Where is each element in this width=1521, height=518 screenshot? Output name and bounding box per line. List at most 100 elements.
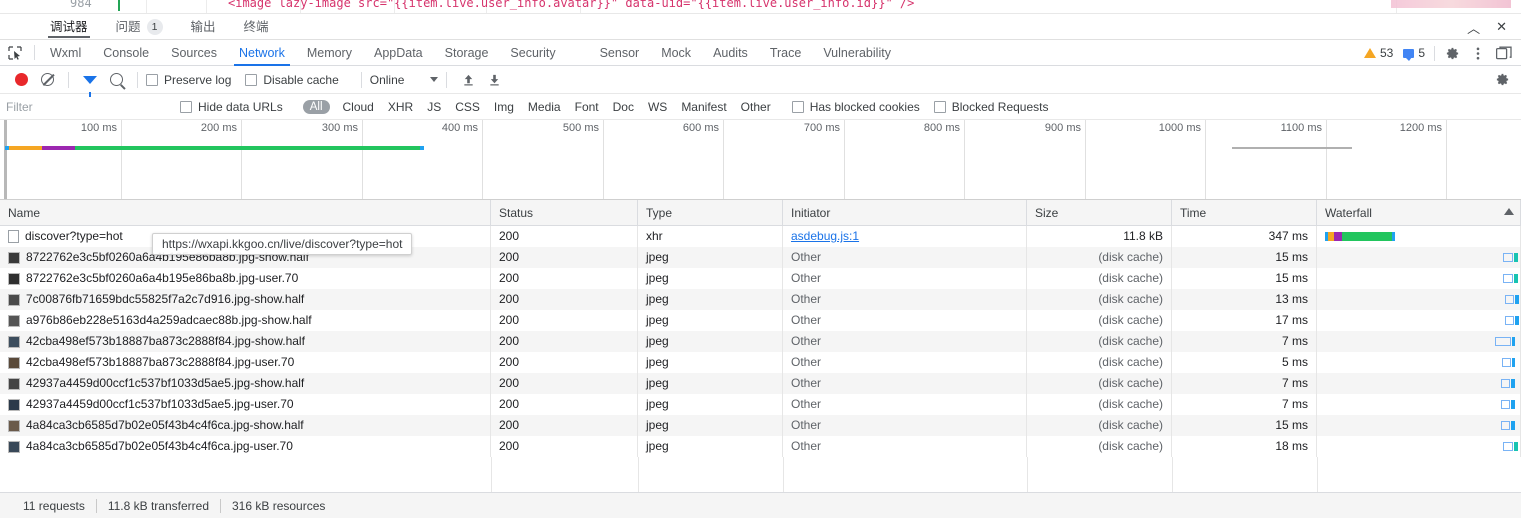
tab-mock[interactable]: Mock bbox=[650, 40, 702, 66]
search-icon[interactable] bbox=[103, 66, 129, 94]
table-row[interactable]: 42937a4459d00ccf1c537bf1033d5ae5.jpg-sho… bbox=[0, 373, 1521, 394]
cell-name[interactable]: 4a84ca3cb6585d7b02e05f43b4c4f6ca.jpg-use… bbox=[0, 436, 491, 457]
has-blocked-cookies-checkbox[interactable]: Has blocked cookies bbox=[791, 100, 920, 114]
filter-type-all[interactable]: All bbox=[302, 99, 330, 114]
warning-count-badge[interactable]: 53 bbox=[1359, 46, 1398, 60]
collapse-icon[interactable]: ︿ bbox=[1467, 18, 1480, 37]
filter-type-doc[interactable]: Doc bbox=[606, 100, 641, 114]
column-header-size[interactable]: Size bbox=[1027, 199, 1172, 226]
gear-icon[interactable] bbox=[1439, 40, 1465, 66]
column-header-status[interactable]: Status bbox=[491, 199, 638, 226]
overview-tick-label: 1100 ms bbox=[1280, 122, 1322, 134]
waterfall-queueing-box bbox=[1502, 358, 1511, 367]
table-row[interactable]: a976b86eb228e5163d4a259adcaec88b.jpg-sho… bbox=[0, 310, 1521, 331]
tab-network[interactable]: Network bbox=[228, 40, 296, 66]
filter-input[interactable] bbox=[6, 97, 166, 116]
cell-status: 200 bbox=[491, 394, 638, 415]
table-row[interactable]: 42cba498ef573b18887ba873c2888f84.jpg-sho… bbox=[0, 331, 1521, 352]
tab-wxml[interactable]: Wxml bbox=[39, 40, 92, 66]
message-count-badge[interactable]: 5 bbox=[1398, 46, 1430, 61]
column-header-waterfall[interactable]: Waterfall bbox=[1317, 199, 1521, 226]
blocked-requests-checkbox[interactable]: Blocked Requests bbox=[933, 100, 1048, 114]
filter-type-css[interactable]: CSS bbox=[448, 100, 487, 114]
overview-gridline bbox=[1205, 120, 1206, 199]
ide-tab-debugger[interactable]: 调试器 bbox=[36, 14, 102, 40]
filter-type-img[interactable]: Img bbox=[487, 100, 521, 114]
dock-panel-icon[interactable] bbox=[1491, 40, 1517, 66]
checkbox-box[interactable] bbox=[791, 100, 804, 113]
cell-name[interactable]: 42cba498ef573b18887ba873c2888f84.jpg-use… bbox=[0, 352, 491, 373]
filter-type-xhr[interactable]: XHR bbox=[381, 100, 420, 114]
disable-cache-checkbox[interactable]: Disable cache bbox=[245, 73, 339, 87]
tab-security[interactable]: Security bbox=[499, 40, 566, 66]
cell-name[interactable]: 4a84ca3cb6585d7b02e05f43b4c4f6ca.jpg-sho… bbox=[0, 415, 491, 436]
cell-waterfall bbox=[1317, 268, 1521, 289]
filter-type-cloud[interactable]: Cloud bbox=[336, 100, 381, 114]
initiator-link[interactable]: asdebug.js:1 bbox=[791, 229, 859, 243]
filter-type-media[interactable]: Media bbox=[521, 100, 568, 114]
tab-sources[interactable]: Sources bbox=[160, 40, 228, 66]
checkbox-box[interactable] bbox=[146, 73, 158, 86]
filter-type-font[interactable]: Font bbox=[568, 100, 606, 114]
network-overview-timeline[interactable]: 100 ms 200 ms 300 ms 400 ms 500 ms 600 ms 700 … bbox=[0, 120, 1521, 200]
tab-audits[interactable]: Audits bbox=[702, 40, 759, 66]
cell-initiator[interactable]: asdebug.js:1 bbox=[783, 226, 1027, 247]
toolbar-divider bbox=[137, 71, 138, 88]
cell-name[interactable]: 42cba498ef573b18887ba873c2888f84.jpg-sho… bbox=[0, 331, 491, 352]
cell-name[interactable]: 42937a4459d00ccf1c537bf1033d5ae5.jpg-sho… bbox=[0, 373, 491, 394]
network-settings-gear-icon[interactable] bbox=[1489, 66, 1515, 92]
ide-tab-terminal[interactable]: 终端 bbox=[230, 14, 283, 40]
tab-memory[interactable]: Memory bbox=[296, 40, 363, 66]
filter-type-other[interactable]: Other bbox=[734, 100, 778, 114]
cell-name[interactable]: 7c00876fb71659bdc55825f7a2c7d916.jpg-sho… bbox=[0, 289, 491, 310]
ide-tab-output[interactable]: 输出 bbox=[177, 14, 230, 40]
cell-initiator: Other bbox=[783, 436, 1027, 457]
column-header-initiator[interactable]: Initiator bbox=[783, 199, 1027, 226]
preserve-log-checkbox[interactable]: Preserve log bbox=[146, 73, 231, 87]
ide-tab-problems[interactable]: 问题 1 bbox=[102, 14, 177, 40]
cell-size: 11.8 kB bbox=[1027, 226, 1172, 247]
column-header-time[interactable]: Time bbox=[1172, 199, 1317, 226]
waterfall-segment bbox=[1342, 232, 1392, 241]
filter-type-js[interactable]: JS bbox=[420, 100, 448, 114]
table-row[interactable]: 7c00876fb71659bdc55825f7a2c7d916.jpg-sho… bbox=[0, 289, 1521, 310]
column-header-name[interactable]: Name bbox=[0, 199, 491, 226]
download-har-icon[interactable] bbox=[481, 66, 507, 94]
resources-size: 316 kB resources bbox=[232, 498, 326, 513]
table-row[interactable]: 42937a4459d00ccf1c537bf1033d5ae5.jpg-use… bbox=[0, 394, 1521, 415]
cell-name[interactable]: 42937a4459d00ccf1c537bf1033d5ae5.jpg-use… bbox=[0, 394, 491, 415]
column-header-label: Name bbox=[8, 205, 41, 220]
initiator-text: Other bbox=[791, 250, 822, 264]
close-icon[interactable]: ✕ bbox=[1496, 19, 1507, 35]
record-button[interactable] bbox=[8, 66, 34, 94]
tab-sensor[interactable]: Sensor bbox=[589, 40, 651, 66]
tab-trace[interactable]: Trace bbox=[759, 40, 813, 66]
filter-type-ws[interactable]: WS bbox=[641, 100, 674, 114]
filter-icon[interactable] bbox=[77, 66, 103, 97]
table-row[interactable]: 4a84ca3cb6585d7b02e05f43b4c4f6ca.jpg-sho… bbox=[0, 415, 1521, 436]
request-count: 11 requests bbox=[23, 498, 85, 513]
table-row[interactable]: 42cba498ef573b18887ba873c2888f84.jpg-use… bbox=[0, 352, 1521, 373]
filter-type-manifest[interactable]: Manifest bbox=[674, 100, 733, 114]
problems-badge: 1 bbox=[146, 18, 163, 35]
tab-storage[interactable]: Storage bbox=[434, 40, 500, 66]
tab-appdata[interactable]: AppData bbox=[363, 40, 434, 66]
table-row[interactable]: 8722762e3c5bf0260a6a4b195e86ba8b.jpg-use… bbox=[0, 268, 1521, 289]
inspect-element-icon[interactable] bbox=[0, 40, 30, 66]
column-header-type[interactable]: Type bbox=[638, 199, 783, 226]
kebab-menu-icon[interactable] bbox=[1465, 40, 1491, 66]
cell-name[interactable]: 8722762e3c5bf0260a6a4b195e86ba8b.jpg-use… bbox=[0, 268, 491, 289]
cell-name[interactable]: a976b86eb228e5163d4a259adcaec88b.jpg-sho… bbox=[0, 310, 491, 331]
checkbox-box[interactable] bbox=[180, 100, 192, 113]
tab-console[interactable]: Console bbox=[92, 40, 160, 66]
throttling-select[interactable]: Online bbox=[370, 73, 439, 87]
table-row[interactable]: 4a84ca3cb6585d7b02e05f43b4c4f6ca.jpg-use… bbox=[0, 436, 1521, 457]
tab-vulnerability[interactable]: Vulnerability bbox=[812, 40, 902, 66]
hide-data-urls-checkbox[interactable]: Hide data URLs bbox=[180, 100, 283, 114]
overview-selection-handle-left[interactable] bbox=[4, 120, 7, 199]
checkbox-box[interactable] bbox=[933, 100, 946, 113]
checkbox-box[interactable] bbox=[245, 73, 258, 86]
clear-button[interactable] bbox=[34, 66, 60, 94]
cell-status: 200 bbox=[491, 331, 638, 352]
upload-har-icon[interactable] bbox=[455, 66, 481, 94]
